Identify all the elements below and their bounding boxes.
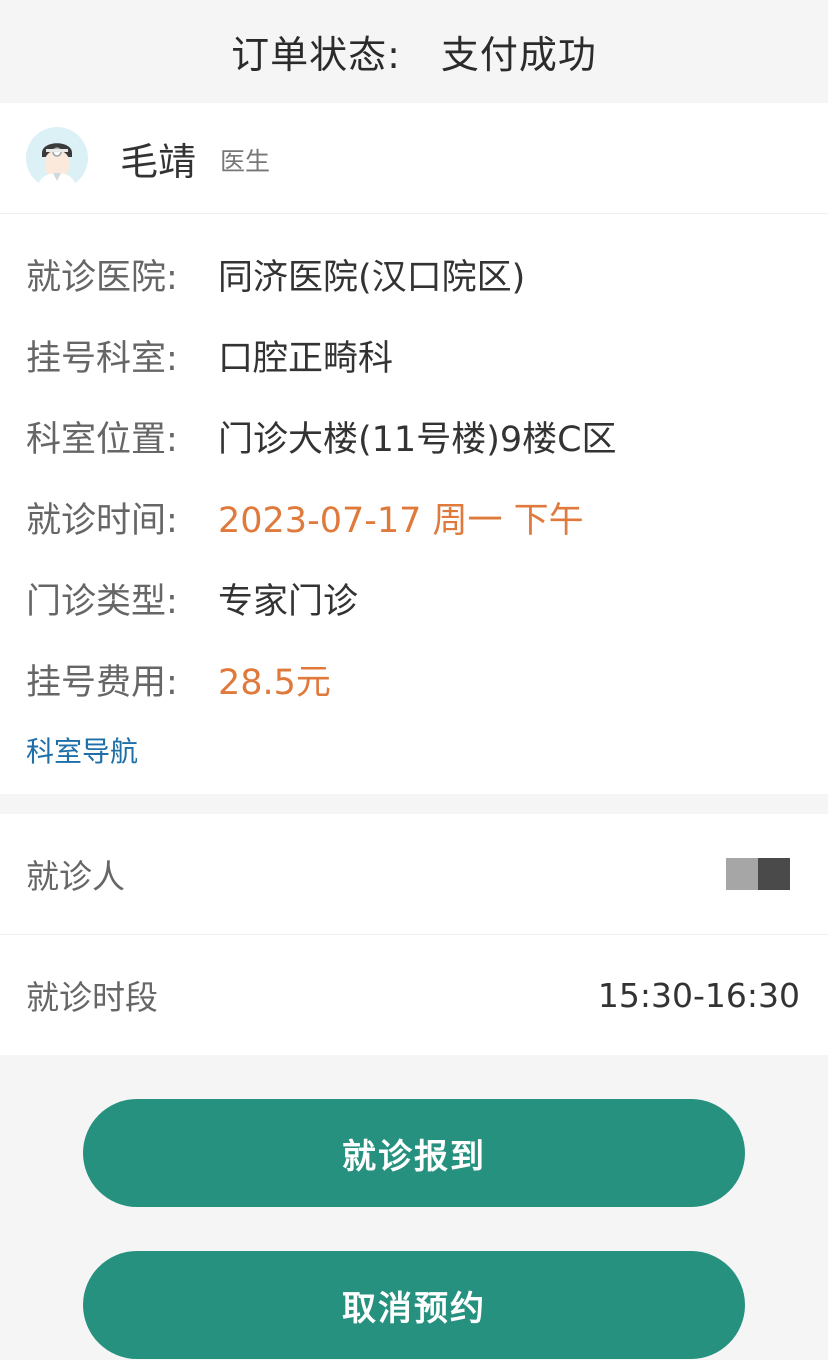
order-status-value: 支付成功 bbox=[440, 33, 597, 77]
info-row-visit-time: 就诊时间: 2023-07-17 周一 下午 bbox=[26, 477, 828, 558]
redacted-name-mosaic bbox=[726, 858, 790, 890]
info-row-fee: 挂号费用: 28.5元 bbox=[26, 639, 828, 720]
info-row-department: 挂号科室: 口腔正畸科 bbox=[26, 315, 828, 396]
department-navigation-link[interactable]: 科室导航 bbox=[26, 732, 828, 772]
info-label: 就诊时间: bbox=[26, 501, 178, 541]
info-label: 门诊类型: bbox=[26, 582, 178, 622]
action-buttons: 就诊报到 取消预约 bbox=[0, 1055, 828, 1359]
info-label: 就诊医院: bbox=[26, 258, 178, 298]
appointment-info: 就诊医院: 同济医院(汉口院区) 挂号科室: 口腔正畸科 科室位置: 门诊大楼(… bbox=[0, 214, 828, 794]
period-value: 15:30-16:30 bbox=[597, 975, 800, 1015]
info-label: 挂号科室: bbox=[26, 339, 178, 379]
info-value: 门诊大楼(11号楼)9楼C区 bbox=[218, 420, 617, 460]
doctor-row[interactable]: 毛靖 医生 bbox=[0, 103, 828, 214]
patient-label: 就诊人 bbox=[26, 857, 125, 896]
info-value: 同济医院(汉口院区) bbox=[218, 258, 526, 298]
order-status-header: 订单状态: 支付成功 bbox=[0, 0, 828, 103]
visit-details: 就诊人 就诊时段 15:30-16:30 bbox=[0, 814, 828, 1055]
info-row-location: 科室位置: 门诊大楼(11号楼)9楼C区 bbox=[26, 396, 828, 477]
section-divider bbox=[0, 794, 828, 814]
info-value: 2023-07-17 周一 下午 bbox=[218, 501, 584, 541]
info-value: 口腔正畸科 bbox=[218, 339, 394, 379]
info-label: 科室位置: bbox=[26, 420, 178, 460]
order-status-label: 订单状态: bbox=[231, 33, 401, 77]
appointment-card: 毛靖 医生 就诊医院: 同济医院(汉口院区) 挂号科室: 口腔正畸科 科室位置:… bbox=[0, 103, 828, 794]
checkin-button[interactable]: 就诊报到 bbox=[83, 1099, 745, 1207]
info-row-hospital: 就诊医院: 同济医院(汉口院区) bbox=[26, 234, 828, 315]
doctor-avatar-icon bbox=[26, 127, 88, 189]
doctor-name: 毛靖 bbox=[120, 139, 197, 184]
info-value: 专家门诊 bbox=[218, 582, 359, 622]
info-label: 挂号费用: bbox=[26, 663, 178, 703]
cancel-appointment-button[interactable]: 取消预约 bbox=[83, 1251, 745, 1359]
period-label: 就诊时段 bbox=[26, 978, 158, 1017]
doctor-title: 医生 bbox=[220, 147, 271, 176]
info-row-clinic-type: 门诊类型: 专家门诊 bbox=[26, 558, 828, 639]
info-value: 28.5元 bbox=[218, 663, 331, 703]
patient-row[interactable]: 就诊人 bbox=[0, 814, 828, 934]
period-row: 就诊时段 15:30-16:30 bbox=[0, 934, 828, 1055]
